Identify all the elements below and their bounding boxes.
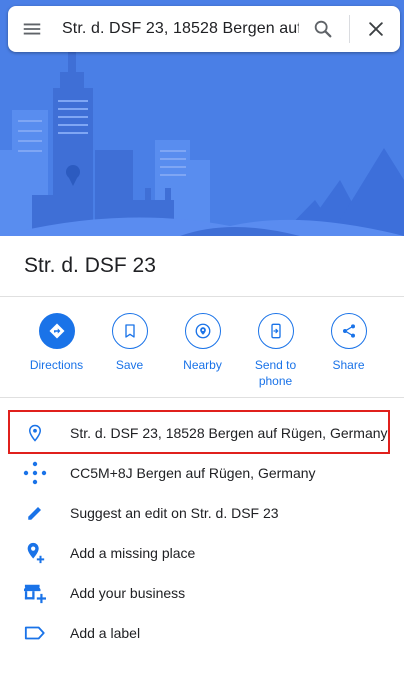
send-to-phone-circle <box>257 313 294 349</box>
phone-icon <box>270 323 281 339</box>
search-button[interactable] <box>299 6 347 52</box>
directions-button[interactable]: Directions <box>20 313 93 389</box>
divider <box>0 296 404 297</box>
save-label: Save <box>115 358 144 372</box>
close-button[interactable] <box>352 6 400 52</box>
add-place-icon <box>27 542 45 564</box>
info-plus-code-row[interactable]: CC5M+8J Bergen auf Rügen, Germany <box>0 453 404 493</box>
directions-icon <box>49 323 64 339</box>
info-icon-wrap <box>0 422 70 444</box>
menu-button[interactable] <box>8 6 56 52</box>
suggest-edit-text: Suggest an edit on Str. d. DSF 23 <box>70 505 279 521</box>
close-icon <box>369 22 383 36</box>
add-business-icon <box>24 584 46 604</box>
search-bar: Str. d. DSF 23, 18528 Bergen auf Rügen, … <box>8 6 400 52</box>
info-address-text: Str. d. DSF 23, 18528 Bergen auf Rügen, … <box>70 425 388 441</box>
add-missing-place-text: Add a missing place <box>70 545 196 561</box>
pencil-icon <box>28 507 41 520</box>
info-icon-wrap <box>0 504 70 522</box>
nearby-button[interactable]: Nearby <box>166 313 239 389</box>
suggest-edit-row[interactable]: Suggest an edit on Str. d. DSF 23 <box>0 493 404 533</box>
nearby-label: Nearby <box>183 358 222 372</box>
info-address-row[interactable]: Str. d. DSF 23, 18528 Bergen auf Rügen, … <box>0 413 404 453</box>
label-icon <box>24 626 45 640</box>
search-input[interactable]: Str. d. DSF 23, 18528 Bergen auf Rügen, … <box>56 20 299 38</box>
info-icon-wrap <box>0 625 70 641</box>
action-row: Directions Save Nearby Send to phone Sha… <box>20 313 390 389</box>
send-to-phone-label: Send to phone <box>254 358 297 388</box>
plus-code-icon <box>23 461 47 485</box>
share-circle <box>330 313 367 349</box>
share-icon <box>342 324 355 338</box>
search-bar-divider <box>349 15 350 43</box>
directions-label: Directions <box>29 358 84 372</box>
add-business-row[interactable]: Add your business <box>0 573 404 613</box>
bookmark-icon <box>124 324 135 338</box>
nearby-circle <box>184 313 221 349</box>
search-icon <box>314 20 332 38</box>
add-business-text: Add your business <box>70 585 186 601</box>
share-button[interactable]: Share <box>312 313 385 389</box>
share-label: Share <box>332 358 365 372</box>
save-button[interactable]: Save <box>93 313 166 389</box>
add-missing-place-row[interactable]: Add a missing place <box>0 533 404 573</box>
divider <box>0 397 404 398</box>
info-icon-wrap <box>0 582 70 604</box>
send-to-phone-button[interactable]: Send to phone <box>239 313 312 389</box>
add-label-row[interactable]: Add a label <box>0 613 404 653</box>
location-pin-icon <box>28 424 42 442</box>
directions-circle <box>38 313 75 349</box>
info-icon-wrap <box>0 542 70 564</box>
info-plus-code-text: CC5M+8J Bergen auf Rügen, Germany <box>70 465 316 481</box>
info-icon-wrap <box>0 461 70 485</box>
save-circle <box>111 313 148 349</box>
add-label-text: Add a label <box>70 625 141 641</box>
nearby-icon <box>195 323 210 339</box>
menu-icon <box>23 23 41 35</box>
place-title: Str. d. DSF 23 <box>24 254 156 277</box>
